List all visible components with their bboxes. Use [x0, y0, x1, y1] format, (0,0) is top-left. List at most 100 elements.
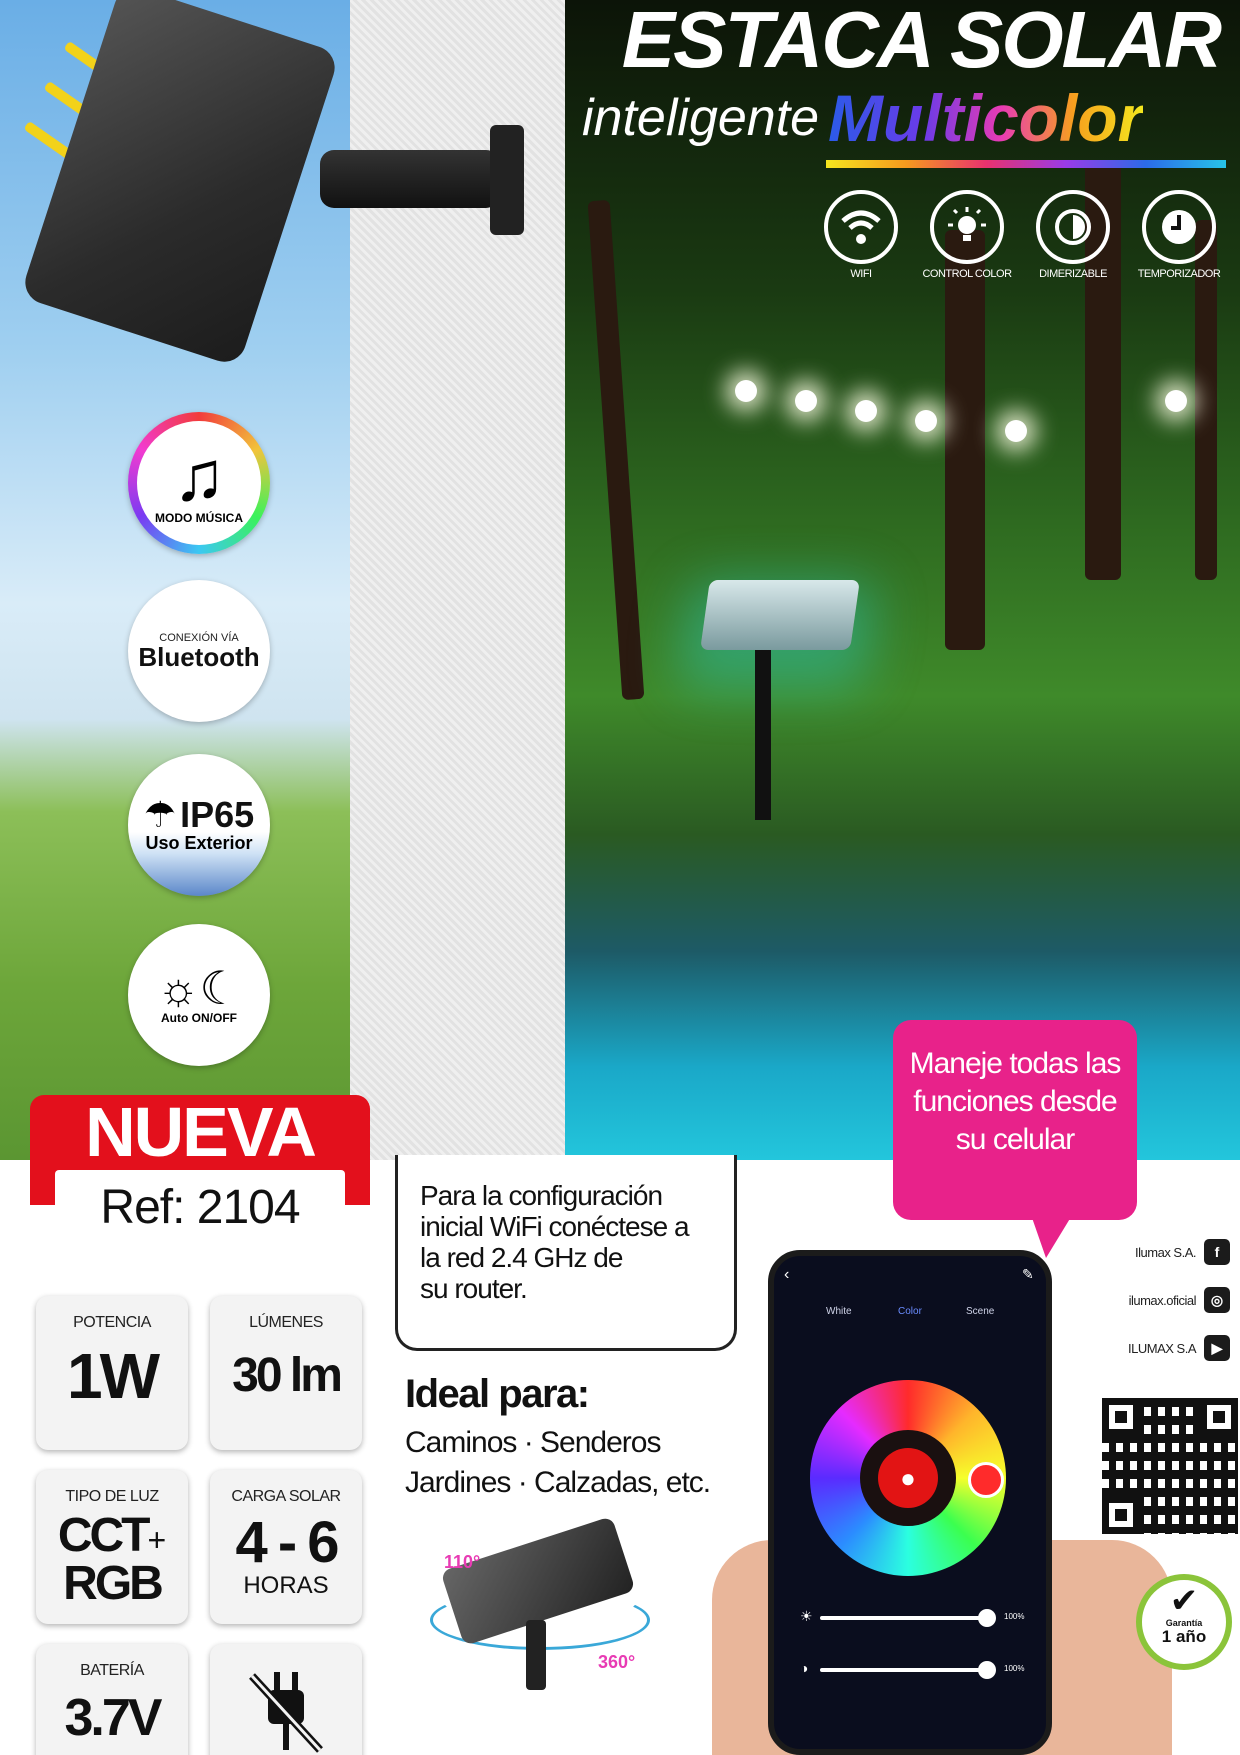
spec-card-tipo-luz: TIPO DE LUZ CCT+ RGB [36, 1470, 188, 1624]
spec-value: 1W [67, 1340, 160, 1412]
spec-label: TIPO DE LUZ [65, 1488, 159, 1505]
bulb-power-icon[interactable]: ● [878, 1448, 938, 1508]
mini-device-pole [526, 1620, 546, 1690]
qr-finder [1102, 1398, 1140, 1436]
badge-ip65: ☂ IP65 Uso Exterior [128, 754, 270, 896]
feature-label: WIFI [850, 268, 872, 280]
edit-icon[interactable]: ✎ [1022, 1266, 1034, 1283]
badge-ip-caption: Uso Exterior [145, 832, 253, 853]
spec-label: LÚMENES [249, 1314, 323, 1331]
stake-pole [755, 650, 771, 820]
warranty-seal: ✔ Garantía 1 año [1136, 1574, 1232, 1670]
youtube-icon: ▶ [1204, 1335, 1230, 1361]
bubble-line: Maneje todas las [909, 1047, 1122, 1080]
title-multicolor: Multicolor [828, 81, 1144, 155]
spec-unit: HORAS [243, 1572, 329, 1599]
instagram-icon: ◎ [1204, 1287, 1230, 1313]
feature-label: DIMERIZABLE [1039, 268, 1107, 280]
angle-360-label: 360° [598, 1652, 636, 1672]
bubble-line: funciones desde [913, 1085, 1118, 1118]
award-ribbon-icon: ✔ [1169, 1582, 1199, 1620]
rainbow-underline [826, 160, 1226, 168]
dimmer-icon [1036, 190, 1110, 264]
nueva-label: NUEVA [85, 1093, 317, 1171]
sun-moon-icon: ☼☾ [157, 962, 241, 1014]
angle-110-label: 110° [444, 1552, 481, 1572]
config-line: su router. [420, 1273, 528, 1304]
ideal-title: Ideal para: [405, 1372, 590, 1416]
ideal-line-1: Caminos · Senderos [405, 1426, 661, 1459]
badge-auto-label: Auto ON/OFF [161, 1011, 237, 1025]
saturation-percent: 100% [1004, 1664, 1025, 1673]
spec-card-potencia: POTENCIA 1W [36, 1296, 188, 1450]
saturation-slider[interactable] [820, 1668, 990, 1672]
qr-finder [1200, 1398, 1238, 1436]
spec-card-lumenes: LÚMENES 30 lm [210, 1296, 362, 1450]
title-subtitle: inteligente [582, 89, 820, 147]
saturation-slider-thumb[interactable] [978, 1661, 996, 1679]
qr-code[interactable] [1102, 1398, 1238, 1534]
badge-bluetooth: CONEXIÓN VÍA Bluetooth [128, 580, 270, 722]
config-line: la red 2.4 GHz de [420, 1242, 623, 1273]
park-night-photo [565, 0, 1240, 1160]
device-wall-plate [490, 125, 524, 235]
speech-bubble-tail [1030, 1212, 1074, 1258]
spec-value-cct: CCT [57, 1509, 151, 1562]
config-line: inicial WiFi conéctese a [420, 1211, 690, 1242]
facebook-icon: f [1204, 1239, 1230, 1265]
feature-label: TEMPORIZADOR [1137, 268, 1221, 280]
feature-control-color: CONTROL COLOR [912, 190, 1022, 280]
wifi-icon [824, 190, 898, 264]
page-title: ESTACA SOLAR [621, 0, 1222, 84]
config-note-text: Para la configuración inicial WiFi conéc… [420, 1180, 720, 1304]
brightness-percent: 100% [1004, 1612, 1025, 1621]
app-tab-scene[interactable]: Scene [966, 1306, 994, 1317]
feature-wifi: WIFI [806, 190, 916, 280]
spec-card-carga-solar: CARGA SOLAR 4 - 6 HORAS [210, 1470, 362, 1624]
social-name: Ilumax S.A. [1135, 1244, 1196, 1260]
stake-lamp-photo [700, 580, 860, 650]
umbrella-icon: ☂ [143, 793, 177, 835]
device-mount-arm [320, 150, 500, 208]
ideal-line-2: Jardines · Calzadas, etc. [405, 1466, 711, 1499]
social-name: ilumax.oficial [1128, 1292, 1197, 1308]
social-youtube[interactable]: ILUMAX S.A ▶ [1128, 1334, 1230, 1362]
no-plug-icon [210, 1668, 362, 1755]
app-tab-white[interactable]: White [826, 1306, 852, 1317]
spec-label: POTENCIA [73, 1314, 151, 1331]
music-note-icon: ♫ [172, 437, 226, 515]
spec-card-no-plug [210, 1644, 362, 1755]
social-instagram[interactable]: ilumax.oficial ◎ [1129, 1286, 1230, 1314]
qr-finder [1102, 1496, 1140, 1534]
badge-ip-title: IP65 [180, 793, 255, 835]
badge-music-mode: ♫ MODO MÚSICA [128, 412, 270, 554]
spec-card-bateria: BATERÍA 3.7V [36, 1644, 188, 1755]
spec-label: BATERÍA [80, 1662, 144, 1679]
brightness-icon: ☀ [800, 1608, 813, 1624]
clock-icon [1142, 190, 1216, 264]
spec-value: 4 - 6 [235, 1510, 339, 1575]
brightness-slider-thumb[interactable] [978, 1609, 996, 1627]
saturation-icon: ◑ [800, 1660, 809, 1676]
feature-label: CONTROL COLOR [922, 268, 1012, 280]
social-facebook[interactable]: Ilumax S.A. f [1135, 1238, 1230, 1266]
color-wheel-knob[interactable] [968, 1462, 1004, 1498]
spec-plus: + [147, 1522, 167, 1558]
badge-music-label: MODO MÚSICA [155, 511, 243, 525]
spec-value-rgb: RGB [63, 1557, 164, 1610]
social-name: ILUMAX S.A [1128, 1340, 1196, 1356]
back-arrow-icon[interactable]: ‹ [784, 1266, 789, 1284]
warranty-period: 1 año [1161, 1627, 1207, 1646]
spec-label: CARGA SOLAR [231, 1488, 341, 1505]
feature-dimmer: DIMERIZABLE [1018, 190, 1128, 280]
bubble-line: su celular [955, 1123, 1075, 1156]
bulb-icon [930, 190, 1004, 264]
config-line: Para la configuración [420, 1180, 663, 1211]
speech-bubble-text: Maneje todas las funciones desde su celu… [893, 1045, 1137, 1159]
badge-auto-onoff: ☼☾ Auto ON/OFF [128, 924, 270, 1066]
badge-bt-title: Bluetooth [138, 642, 260, 672]
brightness-slider[interactable] [820, 1616, 990, 1620]
feature-timer: TEMPORIZADOR [1124, 190, 1234, 280]
app-tab-color[interactable]: Color [898, 1306, 922, 1317]
spec-value: 30 lm [232, 1349, 343, 1402]
